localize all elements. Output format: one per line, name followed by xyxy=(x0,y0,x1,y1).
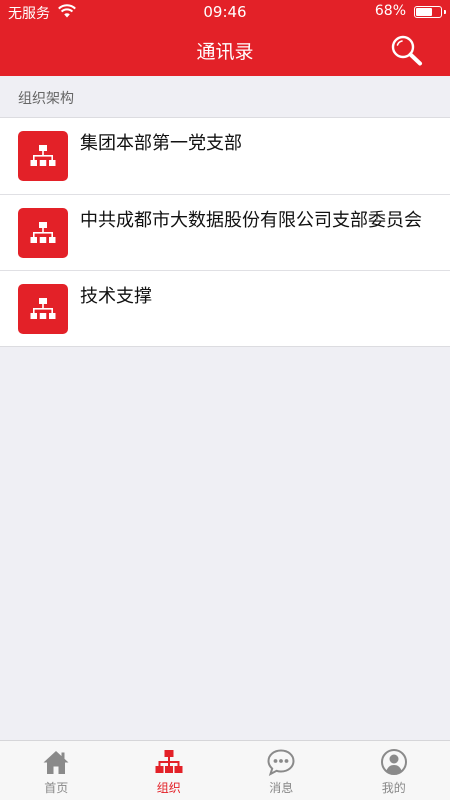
org-chart-icon xyxy=(18,284,68,334)
status-bar: 无服务 09:46 68% xyxy=(0,0,450,24)
org-chart-icon xyxy=(18,131,68,181)
list-item-org[interactable]: 集团本部第一党支部 xyxy=(0,118,450,194)
org-list: 集团本部第一党支部 中共成都市大数据股份有限公司支部委员会 技术支撑 xyxy=(0,118,450,347)
user-icon xyxy=(380,749,407,775)
org-chart-icon xyxy=(18,208,68,258)
battery-icon xyxy=(414,6,446,18)
org-name: 技术支撑 xyxy=(80,286,152,307)
section-header: 组织架构 xyxy=(0,76,450,118)
page-title: 通讯录 xyxy=(196,41,254,63)
org-name: 中共成都市大数据股份有限公司支部委员会 xyxy=(80,210,422,231)
tab-label: 组织 xyxy=(156,781,181,795)
chat-bubble-icon xyxy=(267,749,295,776)
tab-home[interactable]: 首页 xyxy=(0,741,113,800)
tab-profile[interactable]: 我的 xyxy=(338,741,450,800)
tab-messages[interactable]: 消息 xyxy=(225,741,338,800)
search-icon[interactable] xyxy=(390,34,424,66)
battery-percent: 68% xyxy=(374,3,406,19)
battery-level xyxy=(416,8,432,16)
tab-org[interactable]: 组织 xyxy=(113,741,226,800)
top-bar: 无服务 09:46 68% 通讯录 xyxy=(0,0,450,76)
org-chart-icon xyxy=(155,750,183,773)
section-title: 组织架构 xyxy=(18,91,74,107)
battery-cap xyxy=(444,10,446,14)
tab-label: 消息 xyxy=(269,781,294,795)
tab-label: 我的 xyxy=(381,781,406,795)
list-item-org[interactable]: 中共成都市大数据股份有限公司支部委员会 xyxy=(0,194,450,270)
tab-bar: 首页 组织 消息 我的 xyxy=(0,740,450,800)
tab-label: 首页 xyxy=(44,781,69,795)
org-name: 集团本部第一党支部 xyxy=(80,133,242,154)
list-item-org[interactable]: 技术支撑 xyxy=(0,270,450,346)
home-icon xyxy=(43,751,69,774)
